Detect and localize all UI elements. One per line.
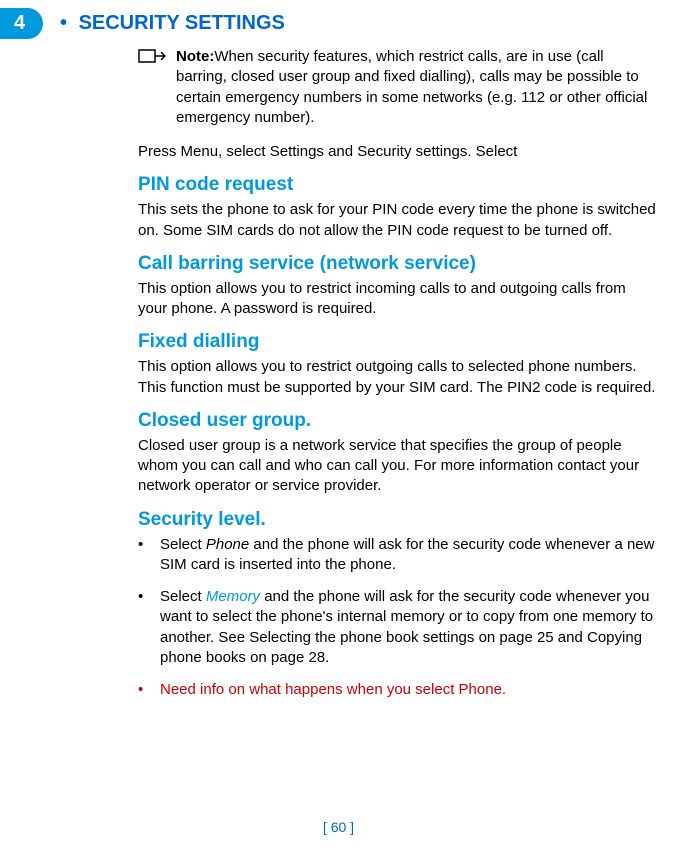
note-text: Note:When security features, which restr… xyxy=(176,47,657,128)
body-pin: This sets the phone to ask for your PIN … xyxy=(138,200,657,241)
bullet-text-prefix: Select xyxy=(160,536,206,553)
note-icon xyxy=(138,49,166,128)
page-footer: [ 60 ] xyxy=(0,819,677,835)
body-call-barring: This option allows you to restrict incom… xyxy=(138,279,657,320)
bullet-text-prefix: Select xyxy=(160,588,206,605)
heading-fixed-dialling: Fixed dialling xyxy=(138,331,657,353)
heading-security-level: Security level. xyxy=(138,509,657,531)
list-item: Select Memory and the phone will ask for… xyxy=(138,587,657,668)
note-body: When security features, which restrict c… xyxy=(176,48,647,126)
security-level-list: Select Phone and the phone will ask for … xyxy=(138,535,657,701)
page-number-tab: 4 xyxy=(0,8,43,39)
main-heading-text: SECURITY SETTINGS xyxy=(79,12,285,34)
heading-call-barring: Call barring service (network service) xyxy=(138,253,657,275)
note-label: Note: xyxy=(176,48,214,65)
memory-link[interactable]: Memory xyxy=(206,588,260,605)
page-content: • SECURITY SETTINGS Note:When security f… xyxy=(0,0,677,732)
body-closed-user-group: Closed user group is a network service t… xyxy=(138,436,657,497)
list-item-warning: Need info on what happens when you selec… xyxy=(138,680,657,700)
list-item: Select Phone and the phone will ask for … xyxy=(138,535,657,576)
heading-closed-user-group: Closed user group. xyxy=(138,410,657,432)
heading-pin: PIN code request xyxy=(138,174,657,196)
bullet-text: Need info on what happens when you selec… xyxy=(160,681,506,698)
intro-text: Press Menu, select Settings and Security… xyxy=(138,142,657,162)
note-block: Note:When security features, which restr… xyxy=(138,47,657,128)
bullet-text-italic: Phone xyxy=(206,536,249,553)
body-fixed-dialling: This option allows you to restrict outgo… xyxy=(138,357,657,398)
heading-bullet: • xyxy=(60,12,73,34)
main-heading: • SECURITY SETTINGS xyxy=(60,12,657,35)
